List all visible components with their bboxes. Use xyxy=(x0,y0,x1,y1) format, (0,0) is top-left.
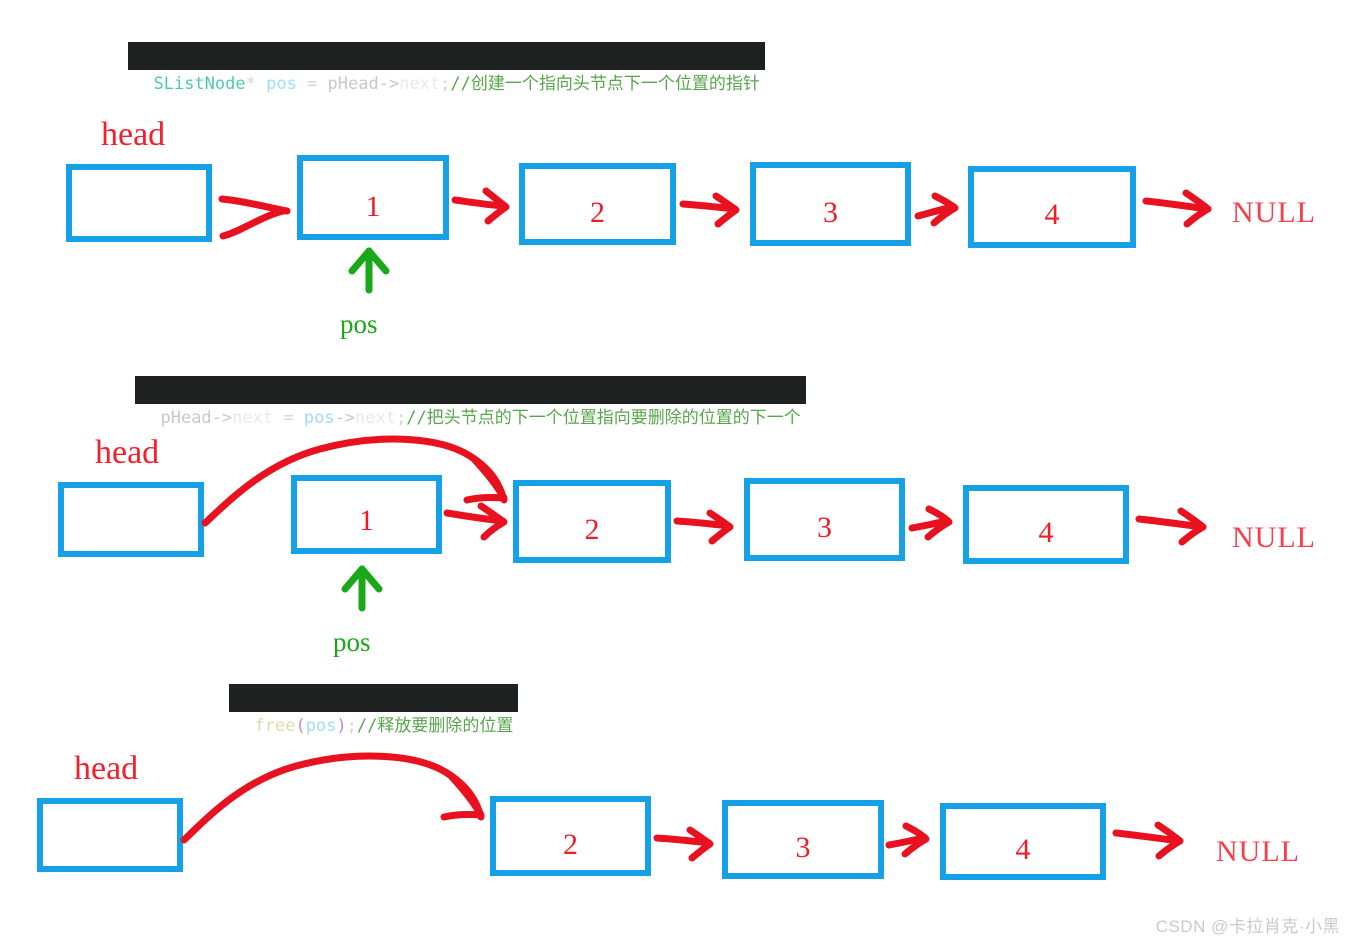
list-node-value-step-1-3: 3 xyxy=(823,196,838,229)
code-token-variable: pos xyxy=(266,74,297,94)
csdn-watermark: CSDN @卡拉肖克·小黑 xyxy=(1155,917,1340,936)
head-label-step-2: head xyxy=(95,434,160,471)
head-pointer-box-step-2 xyxy=(58,482,204,557)
list-node-value-step-1-1: 1 xyxy=(365,190,381,223)
code-banner-step-2: pHead->next = pos->next;//把头节点的下一个位置指向要删… xyxy=(135,376,806,428)
code-token-comment: //释放要删除的位置 xyxy=(356,716,514,736)
arrow-node4-to-null-step-2 xyxy=(1135,507,1207,546)
pos-pointer-label-step-1: pos xyxy=(340,309,378,339)
code-token-semicolon: ; xyxy=(346,716,357,736)
head-label-step-3: head xyxy=(74,750,139,787)
list-node-value-step-2-3: 3 xyxy=(817,511,832,544)
arrow-node2-to-node3-step-1 xyxy=(679,192,740,228)
list-node-value-step-2-1: 1 xyxy=(359,504,374,537)
null-terminator-step-3: NULL xyxy=(1216,835,1300,868)
code-token-object: pHead xyxy=(160,408,212,428)
list-node-value-step-2-4: 4 xyxy=(1038,516,1054,549)
code-token-comment: //把头节点的下一个位置指向要删除的位置的下一个 xyxy=(406,408,801,428)
arrow-node2-to-node3-step-3 xyxy=(653,826,714,862)
code-token-arrow: -> xyxy=(211,408,233,428)
code-token-variable: pos xyxy=(305,716,337,736)
list-node-value-step-3-3: 3 xyxy=(795,831,811,864)
list-node-value-step-1-2: 2 xyxy=(590,196,605,229)
arrow-node3-to-node4-step-1 xyxy=(914,192,959,227)
code-token-type: SListNode xyxy=(153,74,246,94)
arrow-head-to-node2-step-3 xyxy=(180,752,485,844)
arrow-node4-to-null-step-1 xyxy=(1142,189,1212,228)
code-token-comment: //创建一个指向头节点下一个位置的指针 xyxy=(450,74,760,94)
arrow-node2-to-node3-step-2 xyxy=(673,509,734,545)
list-node-value-step-3-4: 4 xyxy=(1015,833,1031,866)
code-token-arrow: -> xyxy=(378,74,400,94)
code-token-lparen: ( xyxy=(295,716,306,736)
list-node-value-step-1-4: 4 xyxy=(1044,198,1060,231)
arrow-node4-to-null-step-3 xyxy=(1112,821,1184,860)
null-terminator-step-2: NULL xyxy=(1232,521,1316,554)
pointer-arrow-pos-step-2 xyxy=(341,565,383,612)
head-pointer-box-step-3 xyxy=(37,798,183,872)
arrow-node3-to-node4-step-3 xyxy=(885,822,930,858)
pos-pointer-label-step-2: pos xyxy=(333,627,371,657)
code-token-function: free xyxy=(254,716,296,736)
list-node-value-step-3-2: 2 xyxy=(563,828,578,861)
code-token-object: pHead xyxy=(327,74,379,94)
arrow-head-to-node1-step-1 xyxy=(218,195,291,240)
code-token-star: * xyxy=(245,74,256,94)
code-token-semicolon: ; xyxy=(440,74,451,94)
pointer-arrow-pos-step-1 xyxy=(348,247,390,294)
head-pointer-box-step-1 xyxy=(66,164,212,242)
code-token-member: next xyxy=(232,408,274,428)
code-banner-step-3: free(pos);//释放要删除的位置 xyxy=(229,684,519,736)
arrows-overlay xyxy=(180,187,1212,862)
arrow-node1-to-node2-step-2 xyxy=(443,502,508,541)
head-label-step-1: head xyxy=(101,116,166,153)
list-node-value-step-2-2: 2 xyxy=(584,513,600,546)
code-token-member: next xyxy=(399,74,441,94)
null-terminator-step-1: NULL xyxy=(1232,196,1316,229)
code-token-assign: = xyxy=(273,408,304,428)
code-token-assign: = xyxy=(296,74,328,94)
arrow-node3-to-node4-step-2 xyxy=(908,505,953,541)
code-token-semicolon: ; xyxy=(395,408,407,428)
arrow-node1-to-node2-step-1 xyxy=(451,187,510,225)
code-token-variable: pos xyxy=(303,408,335,428)
code-token-rparen: ) xyxy=(336,716,347,736)
code-token-member-2: next xyxy=(355,408,396,428)
code-banner-step-1: SListNode* pos = pHead->next;//创建一个指向头节点… xyxy=(128,42,765,94)
code-token-arrow-2: -> xyxy=(334,408,356,428)
